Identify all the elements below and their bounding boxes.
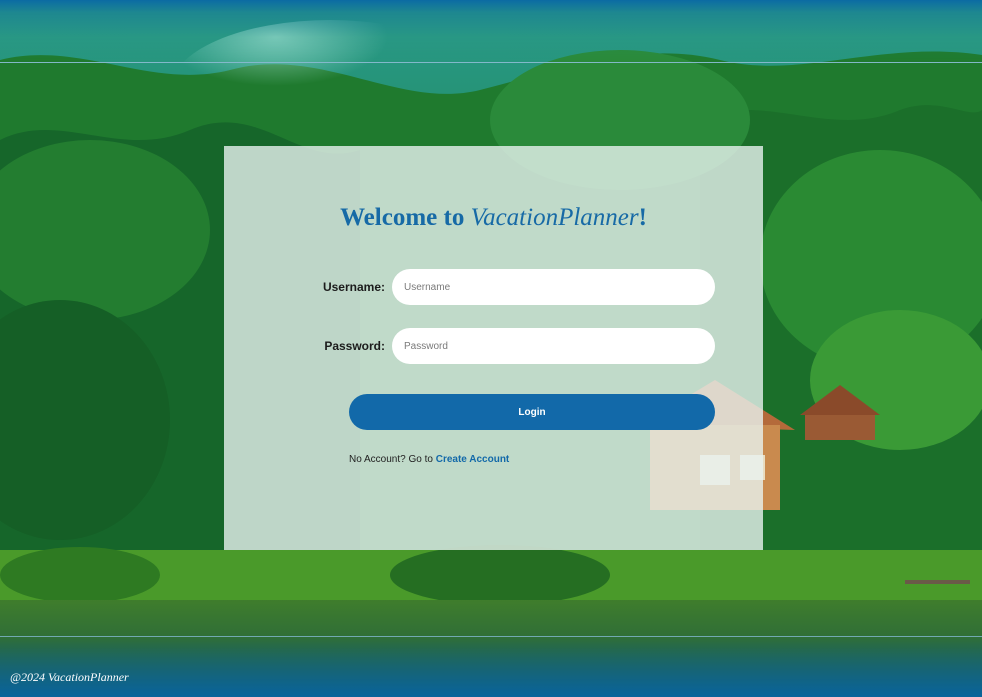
- welcome-title-prefix: Welcome to: [340, 204, 471, 231]
- welcome-title: Welcome to VacationPlanner!: [224, 204, 763, 232]
- login-card: Welcome to VacationPlanner! Username: Pa…: [224, 146, 763, 550]
- welcome-title-brand: VacationPlanner: [470, 204, 639, 231]
- password-input[interactable]: [392, 328, 715, 364]
- header-band: [0, 0, 982, 63]
- create-account-link[interactable]: Create Account: [436, 454, 510, 465]
- login-button[interactable]: Login: [349, 394, 715, 430]
- username-input[interactable]: [392, 269, 715, 305]
- no-account-text: No Account? Go to: [349, 454, 436, 465]
- footer-copyright: @2024 VacationPlanner: [10, 670, 129, 684]
- create-account-prompt: No Account? Go to Create Account: [349, 454, 509, 465]
- username-label: Username:: [322, 280, 385, 294]
- username-row: Username:: [224, 269, 763, 305]
- password-row: Password:: [224, 328, 763, 364]
- welcome-title-suffix: !: [638, 204, 647, 231]
- footer-band: [0, 636, 982, 697]
- password-label: Password:: [324, 339, 385, 353]
